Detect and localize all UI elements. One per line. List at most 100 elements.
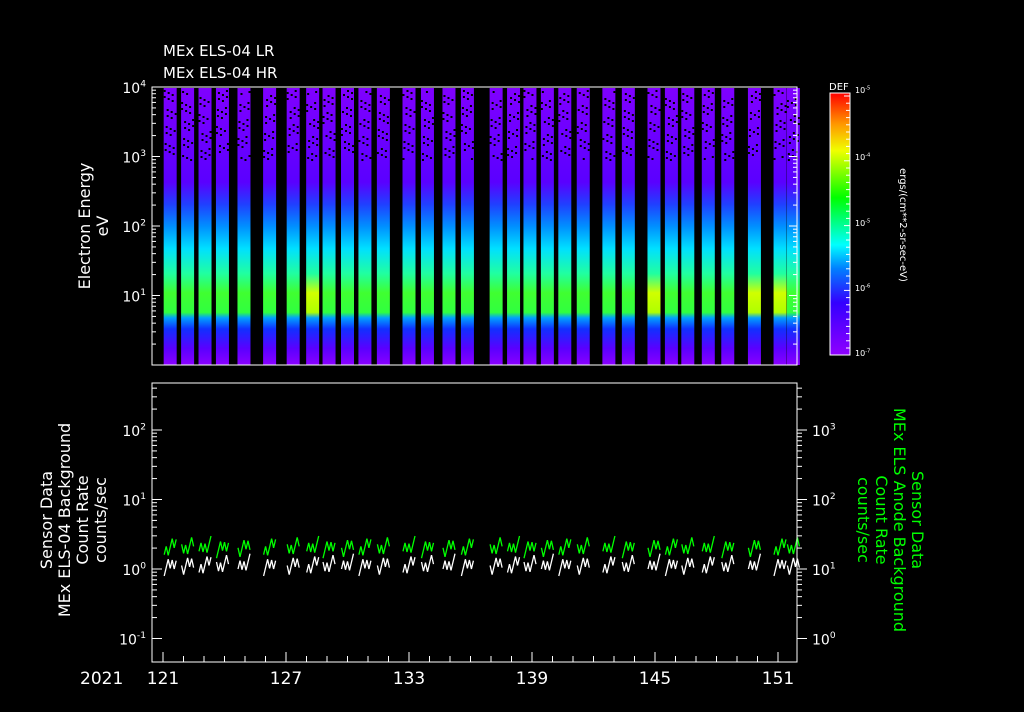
data-gap-speckle [330,120,333,122]
data-gap-speckle [463,143,466,145]
data-gap-speckle [295,143,298,145]
data-gap-speckle [688,131,691,133]
data-gap-speckle [362,136,365,138]
data-gap-speckle [406,90,409,92]
data-gap-speckle [566,118,569,120]
data-gap-speckle [627,118,630,120]
orbit-strip [507,88,521,365]
data-gap-speckle [385,139,388,141]
data-gap-speckle [784,111,787,113]
data-gap-speckle [710,109,713,111]
data-gap-speckle [797,117,800,119]
anode-background-segment [506,535,521,553]
data-gap-speckle [563,99,566,101]
orbit-strip [540,88,554,365]
data-gap-speckle [348,143,350,145]
data-gap-speckle [492,155,495,157]
data-gap-speckle [751,148,754,150]
els04-background-segment [621,554,635,572]
data-gap-speckle [192,125,195,127]
data-gap-speckle [652,141,655,143]
data-gap-speckle [266,99,269,101]
data-gap-speckle [218,145,221,147]
anode-background-segment [198,535,212,553]
data-gap-speckle [297,109,300,111]
data-gap-speckle [240,157,243,159]
data-gap-speckle [650,111,653,113]
data-gap-speckle [265,116,268,118]
data-gap-speckle [712,145,715,147]
data-gap-speckle [387,99,390,101]
data-gap-speckle [727,102,730,104]
data-gap-speckle [188,123,191,125]
xtick-label: 133 [393,669,425,689]
data-gap-speckle [544,104,547,106]
els04-background-segment [180,557,195,575]
data-gap-speckle [731,104,734,106]
anode-background-segment [306,535,320,553]
data-gap-speckle [690,97,693,99]
xtick-label: 127 [270,669,302,689]
data-gap-speckle [667,117,670,119]
data-gap-speckle [609,153,612,155]
data-gap-speckle [322,122,325,124]
anode-background-segment [664,538,679,556]
right-ytick-label: 103 [812,423,836,440]
data-gap-speckle [367,121,370,123]
data-gap-speckle [750,95,753,97]
data-gap-speckle [651,158,654,160]
data-gap-speckle [558,120,561,122]
data-gap-speckle [309,123,312,125]
data-gap-speckle [286,98,289,100]
data-gap-speckle [449,133,452,135]
els04-background-segment [681,557,695,575]
anode-background-segment [602,535,616,553]
data-gap-speckle [788,142,791,144]
colorbar-tick-label: 10-6 [855,283,870,293]
data-gap-speckle [460,130,463,132]
data-gap-speckle [550,142,553,144]
data-gap-speckle [786,106,789,108]
data-gap-speckle [360,100,363,102]
data-gap-speckle [625,152,628,154]
data-gap-speckle [669,159,672,161]
data-gap-speckle [587,149,590,151]
data-gap-speckle [462,90,465,92]
data-gap-speckle [287,151,290,153]
data-gap-speckle [238,121,241,123]
data-gap-speckle [704,141,707,143]
data-gap-speckle [526,109,529,111]
data-gap-speckle [323,105,326,107]
data-gap-speckle [422,142,425,144]
data-gap-speckle [421,153,424,155]
data-gap-speckle [657,126,660,128]
data-gap-speckle [449,139,452,141]
data-gap-speckle [368,104,371,106]
data-gap-speckle [448,150,451,152]
data-gap-speckle [684,129,687,131]
anode-background-segment [576,537,590,555]
data-gap-speckle [429,157,432,159]
data-gap-speckle [348,149,350,151]
data-gap-speckle [689,114,692,116]
data-gap-speckle [223,130,226,132]
anode-background-segment [558,538,572,556]
data-gap-speckle [584,124,587,126]
anode-background-segment [701,535,715,553]
data-gap-speckle [786,100,789,102]
data-gap-speckle [343,94,345,96]
data-gap-speckle [382,114,385,116]
data-gap-speckle [268,135,271,137]
data-gap-speckle [675,115,678,117]
data-gap-speckle [710,103,713,105]
data-gap-speckle [327,95,330,97]
data-gap-speckle [513,116,516,118]
data-gap-speckle [469,105,472,107]
data-gap-speckle [781,156,784,158]
data-gap-speckle [312,136,315,138]
data-gap-speckle [672,102,675,104]
data-gap-speckle [204,152,207,154]
data-gap-speckle [345,124,347,126]
data-gap-speckle [755,150,758,152]
data-gap-speckle [287,145,290,147]
